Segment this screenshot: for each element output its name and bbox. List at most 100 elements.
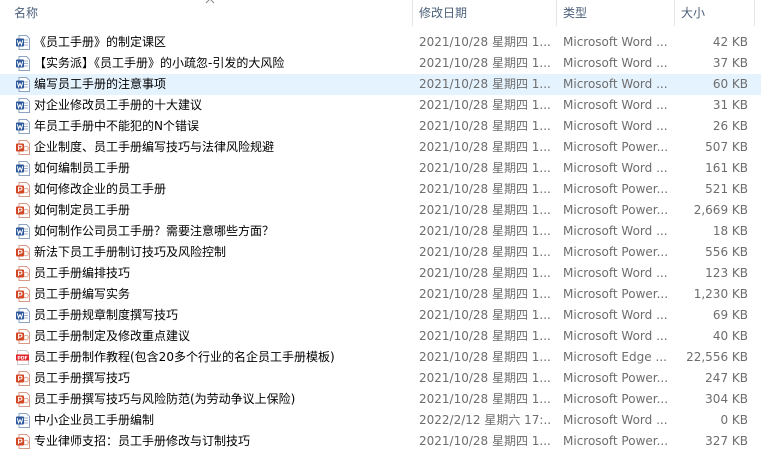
file-name: 员工手册制定及修改重点建议: [34, 329, 191, 343]
file-type: Microsoft Word ...: [563, 119, 668, 133]
file-size: 1,230 KB: [693, 287, 748, 301]
powerpoint-icon: [16, 371, 30, 386]
file-row[interactable]: 员工手册撰写技巧与风险防范(为劳动争议上保险) 2021/10/28 星期四 1.…: [0, 389, 761, 410]
file-modified-date: 2021/10/28 星期四 1...: [419, 350, 551, 364]
file-size: 69 KB: [712, 308, 748, 322]
file-size: 60 KB: [712, 77, 748, 91]
pdf-icon: PDF: [16, 350, 30, 365]
file-size: 26 KB: [712, 119, 748, 133]
file-type: Microsoft Power...: [563, 182, 669, 196]
powerpoint-icon: [16, 392, 30, 407]
file-row[interactable]: 新法下员工手册制订技巧及风险控制 2021/10/28 星期四 1... Micro…: [0, 242, 761, 263]
file-size: 304 KB: [705, 392, 748, 406]
powerpoint-icon: [16, 245, 30, 260]
file-name: 员工手册制作教程(包含20多个行业的名企员工手册模板): [34, 350, 335, 364]
file-name: 对企业修改员工手册的十大建议: [34, 98, 203, 112]
word-doc-icon: [16, 56, 30, 71]
column-divider[interactable]: [754, 0, 755, 26]
word-doc-icon: [16, 224, 30, 239]
column-header-date[interactable]: 修改日期: [413, 0, 556, 26]
file-modified-date: 2021/10/28 星期四 1...: [419, 203, 551, 217]
file-modified-date: 2021/10/28 星期四 1...: [419, 266, 551, 280]
file-row[interactable]: 编写员工手册的注意事项 2021/10/28 星期四 1... Microsoft …: [0, 74, 761, 95]
file-type: Microsoft Word ...: [563, 224, 668, 238]
column-header-type[interactable]: 类型: [557, 0, 674, 26]
file-modified-date: 2021/10/28 星期四 1...: [419, 392, 551, 406]
powerpoint-icon: [16, 140, 30, 155]
file-row[interactable]: PDF 员工手册制作教程(包含20多个行业的名企员工手册模板) 2021/10/28…: [0, 347, 761, 368]
file-type: Microsoft Power...: [563, 287, 669, 301]
file-type: Microsoft Power...: [563, 434, 669, 448]
word-doc-icon: [16, 77, 30, 92]
file-row[interactable]: 如何编制员工手册 2021/10/28 星期四 1... Microsoft Wor…: [0, 158, 761, 179]
file-modified-date: 2021/10/28 星期四 1...: [419, 77, 551, 91]
file-type: Microsoft Power...: [563, 371, 669, 385]
file-row[interactable]: 员工手册制定及修改重点建议 2021/10/28 星期四 1... Microsof…: [0, 326, 761, 347]
powerpoint-icon: [16, 434, 30, 449]
file-name: 新法下员工手册制订技巧及风险控制: [34, 245, 227, 259]
file-row[interactable]: 对企业修改员工手册的十大建议 2021/10/28 星期四 1... Microso…: [0, 95, 761, 116]
file-type: Microsoft Word ...: [563, 266, 668, 280]
file-modified-date: 2021/10/28 星期四 1...: [419, 35, 551, 49]
file-row[interactable]: 《员工手册》的制定课区 2021/10/28 星期四 1... Microsoft …: [0, 32, 761, 53]
file-name: 员工手册编排技巧: [34, 266, 131, 280]
file-modified-date: 2021/10/28 星期四 1...: [419, 308, 551, 322]
word-doc-icon: [16, 413, 30, 428]
powerpoint-icon: [16, 182, 30, 197]
file-row[interactable]: 企业制度、员工手册编写技巧与法律风险规避 2021/10/28 星期四 1... M…: [0, 137, 761, 158]
file-row[interactable]: 如何制作公司员工手册？需要注意哪些方面？ 2021/10/28 星期四 1... M…: [0, 221, 761, 242]
file-name: 年员工手册中不能犯的N个错误: [34, 119, 199, 133]
file-modified-date: 2021/10/28 星期四 1...: [419, 56, 551, 70]
file-size: 247 KB: [705, 371, 748, 385]
file-name: 中小企业员工手册编制: [34, 413, 155, 427]
file-row[interactable]: 专业律师支招：员工手册修改与订制技巧 2021/10/28 星期四 1... Mic…: [0, 431, 761, 452]
file-row[interactable]: 员工手册撰写技巧 2021/10/28 星期四 1... Microsoft Pow…: [0, 368, 761, 389]
file-modified-date: 2021/10/28 星期四 1...: [419, 371, 551, 385]
file-modified-date: 2021/10/28 星期四 1...: [419, 224, 551, 238]
file-type: Microsoft Edge ...: [563, 350, 667, 364]
file-size: 556 KB: [705, 245, 748, 259]
file-modified-date: 2021/10/28 星期四 1...: [419, 329, 551, 343]
file-row[interactable]: 员工手册规章制度撰写技巧 2021/10/28 星期四 1... Microsoft…: [0, 305, 761, 326]
file-name: 如何编制员工手册: [34, 161, 131, 175]
file-name: 如何制作公司员工手册？需要注意哪些方面？: [34, 224, 275, 238]
file-row[interactable]: 如何制定员工手册 2021/10/28 星期四 1... Microsoft Pow…: [0, 200, 761, 221]
file-type: Microsoft Word ...: [563, 56, 668, 70]
column-header-size[interactable]: 大小: [675, 0, 755, 26]
column-header-bar: 名称 修改日期 类型 大小: [0, 0, 761, 26]
file-type: Microsoft Word ...: [563, 329, 668, 343]
file-modified-date: 2022/2/12 星期六 17:...: [419, 413, 551, 427]
powerpoint-icon: [16, 287, 30, 302]
file-size: 2,669 KB: [693, 203, 748, 217]
file-row[interactable]: 年员工手册中不能犯的N个错误 2021/10/28 星期四 1... Microso…: [0, 116, 761, 137]
file-name: 如何修改企业的员工手册: [34, 182, 167, 196]
file-modified-date: 2021/10/28 星期四 1...: [419, 161, 551, 175]
file-modified-date: 2021/10/28 星期四 1...: [419, 119, 551, 133]
file-modified-date: 2021/10/28 星期四 1...: [419, 434, 551, 448]
file-name: 员工手册规章制度撰写技巧: [34, 308, 179, 322]
file-type: Microsoft Power...: [563, 140, 669, 154]
file-type: Microsoft Word ...: [563, 35, 668, 49]
word-doc-icon: [16, 119, 30, 134]
file-size: 161 KB: [705, 161, 748, 175]
file-size: 31 KB: [712, 98, 748, 112]
word-doc-icon: [16, 161, 30, 176]
file-row[interactable]: 【实务派】《员工手册》的小疏忽-引发的大风险 2021/10/28 星期四 1..…: [0, 53, 761, 74]
file-row[interactable]: 如何修改企业的员工手册 2021/10/28 星期四 1... Microsoft …: [0, 179, 761, 200]
file-name: 员工手册编写实务: [34, 287, 131, 301]
file-name: 专业律师支招：员工手册修改与订制技巧: [34, 434, 251, 448]
file-size: 123 KB: [705, 266, 748, 280]
file-row[interactable]: 员工手册编写实务 2021/10/28 星期四 1... Microsoft Pow…: [0, 284, 761, 305]
file-size: 37 KB: [712, 56, 748, 70]
file-row[interactable]: 员工手册编排技巧 2021/10/28 星期四 1... Microsoft Wor…: [0, 263, 761, 284]
svg-text:PDF: PDF: [17, 355, 27, 361]
word-doc-icon: [16, 308, 30, 323]
file-size: 521 KB: [705, 182, 748, 196]
powerpoint-icon: [16, 329, 30, 344]
file-row[interactable]: 中小企业员工手册编制 2022/2/12 星期六 17:... Microsoft …: [0, 410, 761, 431]
file-list: 《员工手册》的制定课区 2021/10/28 星期四 1... Microsoft …: [0, 32, 761, 452]
file-type: Microsoft Power...: [563, 203, 669, 217]
file-name: 企业制度、员工手册编写技巧与法律风险规避: [34, 140, 275, 154]
powerpoint-icon: [16, 266, 30, 281]
file-name: 如何制定员工手册: [34, 203, 131, 217]
